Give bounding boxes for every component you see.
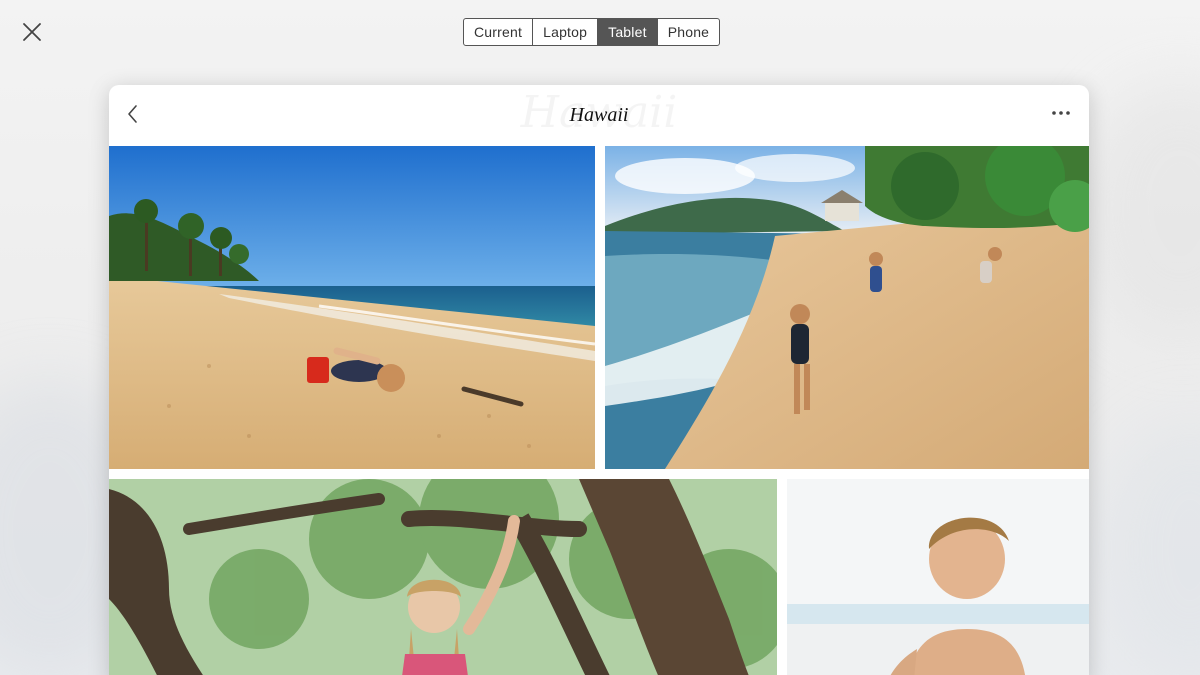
device-option-tablet[interactable]: Tablet <box>598 19 658 45</box>
page-title: Hawaii <box>569 104 629 126</box>
beach-boys-sand-slope-photo[interactable] <box>605 146 1089 469</box>
device-option-laptop[interactable]: Laptop <box>533 19 599 45</box>
girl-in-tree-photo[interactable] <box>109 479 777 675</box>
device-preview-toggle: Current Laptop Tablet Phone <box>463 18 721 46</box>
more-horizontal-icon[interactable] <box>1051 106 1071 120</box>
toddler-beach-photo[interactable] <box>787 479 1089 675</box>
tablet-preview-frame: Hawaii Hawaii <box>109 85 1089 675</box>
close-icon[interactable] <box>20 20 44 44</box>
preview-header: Hawaii Hawaii <box>109 85 1089 146</box>
device-option-phone[interactable]: Phone <box>658 19 719 45</box>
device-option-current[interactable]: Current <box>464 19 534 45</box>
beach-child-digging-photo[interactable] <box>109 146 595 469</box>
